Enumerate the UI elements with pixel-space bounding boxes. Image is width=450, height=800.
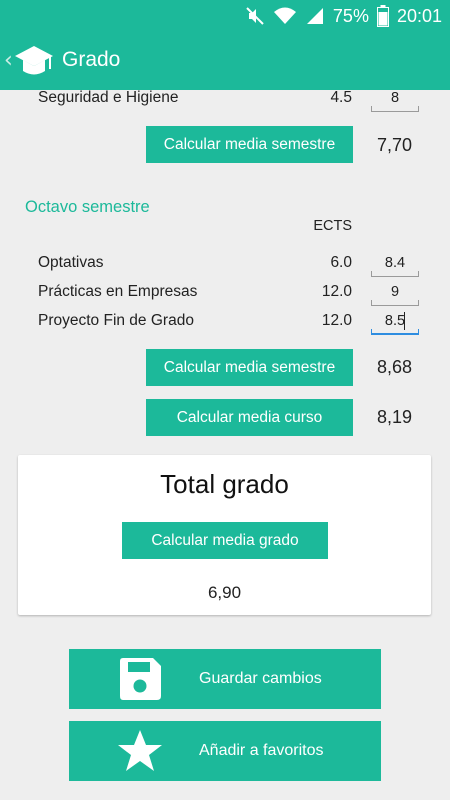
total-title: Total grado: [160, 469, 289, 499]
battery-icon: [376, 5, 389, 27]
save-button[interactable]: Guardar cambios: [69, 649, 381, 709]
grade-input-underline: [371, 300, 419, 306]
action-bar: ‹ Grado: [0, 32, 450, 90]
subject-name: Seguridad e Higiene: [38, 90, 179, 106]
subject-ects: 4.5: [330, 90, 352, 106]
total-result: 6,90: [207, 583, 242, 602]
add-favorites-button[interactable]: Añadir a favoritos: [69, 721, 381, 781]
semester-7-result: 7,70: [377, 135, 413, 155]
calc-grade-button[interactable]: Calcular media grado: [122, 522, 328, 559]
page-title: Grado: [62, 48, 121, 71]
subject-ects: 12.0: [321, 312, 352, 329]
graduation-cap-icon[interactable]: [14, 42, 54, 82]
status-bar: 75% 20:01: [0, 0, 450, 32]
floppy-disk-icon: [120, 658, 161, 700]
section-title-octavo: Octavo semestre: [25, 198, 150, 216]
wifi-icon: [273, 7, 296, 24]
total-card: Total grado Calcular media grado 6,90: [18, 455, 431, 615]
save-label: Guardar cambios: [199, 670, 322, 687]
semester-8-result: 8,68: [377, 357, 413, 377]
back-chevron-icon[interactable]: ‹: [4, 48, 13, 73]
course-result: 8,19: [377, 407, 413, 427]
text-cursor: [404, 312, 405, 330]
subject-name: Prácticas en Empresas: [38, 283, 198, 300]
star-icon: [118, 730, 162, 771]
subject-name: Optativas: [38, 254, 104, 271]
mute-icon: [246, 7, 264, 25]
grade-input-underline: [371, 271, 419, 277]
favorites-label: Añadir a favoritos: [199, 742, 324, 759]
grade-input-underline: [371, 106, 419, 112]
ects-header: ECTS: [313, 218, 352, 234]
calc-semester-8-button[interactable]: Calcular media semestre: [146, 349, 353, 386]
calc-semester-7-button[interactable]: Calcular media semestre: [146, 126, 353, 163]
signal-icon: [306, 8, 323, 24]
grade-input-underline: [371, 329, 419, 335]
content-scroll[interactable]: Seguridad e Higiene 4.5 Calcular media s…: [0, 90, 450, 800]
subject-ects: 6.0: [330, 254, 352, 271]
calc-course-button[interactable]: Calcular media curso: [146, 399, 353, 436]
subject-name: Proyecto Fin de Grado: [38, 312, 194, 329]
clock: 20:01: [396, 5, 442, 26]
battery-percent: 75%: [332, 5, 369, 26]
subject-ects: 12.0: [321, 283, 352, 300]
